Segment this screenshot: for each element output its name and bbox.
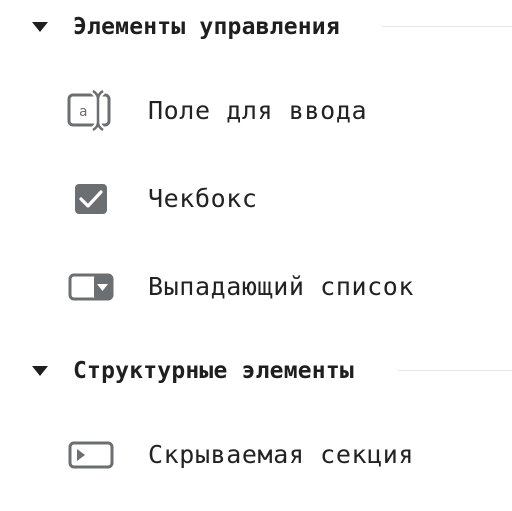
item-label: Поле для ввода [148, 96, 368, 125]
text-field-icon: a [66, 86, 116, 136]
item-label: Скрываемая секция [148, 440, 415, 469]
svg-text:a: a [79, 104, 87, 120]
section-divider [382, 26, 512, 27]
caret-down-icon[interactable] [30, 17, 50, 37]
palette-item-checkbox[interactable]: Чекбокс [0, 174, 512, 224]
section-divider [398, 370, 512, 371]
item-label: Выпадающий список [148, 272, 415, 301]
caret-down-icon[interactable] [30, 361, 50, 381]
palette-item-collapsible-section[interactable]: Скрываемая секция [0, 430, 512, 480]
section-title: Структурные элементы [73, 358, 354, 384]
palette-item-text-field[interactable]: a Поле для ввода [0, 86, 512, 136]
item-label: Чекбокс [148, 184, 258, 213]
section-header-structural[interactable]: Структурные элементы [0, 351, 512, 391]
dropdown-icon [66, 262, 116, 312]
collapsible-section-icon [66, 430, 116, 480]
checkbox-icon [66, 174, 116, 224]
section-title: Элементы управления [73, 14, 340, 40]
section-header-controls[interactable]: Элементы управления [0, 7, 512, 47]
palette-item-dropdown[interactable]: Выпадающий список [0, 262, 512, 312]
